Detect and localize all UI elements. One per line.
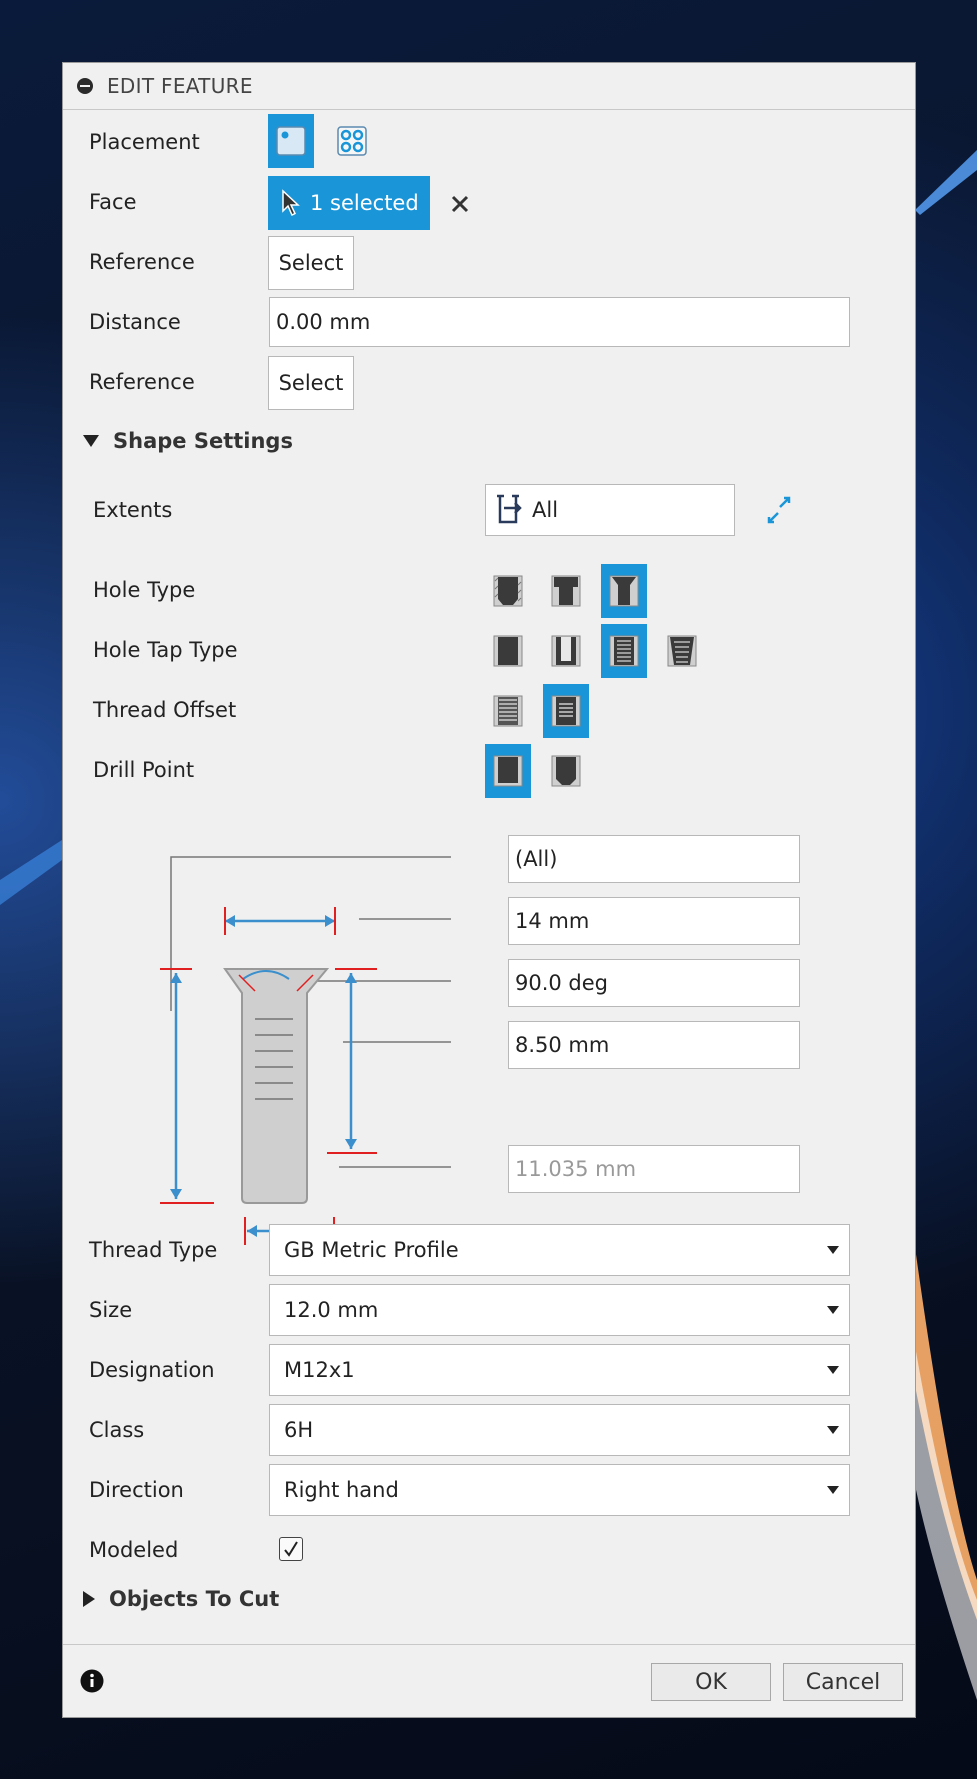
- hole-dimension-diagram: [160, 856, 451, 1245]
- direction-label: Direction: [89, 1478, 184, 1502]
- direction-dropdown[interactable]: Right hand: [269, 1464, 850, 1516]
- dialog-footer: OK Cancel: [63, 1644, 915, 1717]
- thread-type-value: GB Metric Profile: [284, 1238, 459, 1262]
- hole-type-simple-button[interactable]: [485, 564, 531, 618]
- class-value: 6H: [284, 1418, 314, 1442]
- size-dropdown[interactable]: 12.0 mm: [269, 1284, 850, 1336]
- hole-type-label: Hole Type: [93, 578, 196, 602]
- designation-dropdown[interactable]: M12x1: [269, 1344, 850, 1396]
- chevron-down-icon: [827, 1426, 839, 1434]
- dialog-titlebar[interactable]: EDIT FEATURE: [63, 63, 915, 110]
- expand-triangle-icon: [83, 1591, 95, 1607]
- shape-settings-label: Shape Settings: [113, 429, 293, 453]
- countersink-diameter-input[interactable]: 14 mm: [508, 897, 800, 945]
- face-label: Face: [89, 190, 137, 214]
- hole-type-counterbore-button[interactable]: [543, 564, 589, 618]
- cancel-button[interactable]: Cancel: [783, 1663, 903, 1701]
- drill-point-angled-button[interactable]: [543, 744, 589, 798]
- drill-point-label: Drill Point: [93, 758, 195, 782]
- countersink-hole-icon: [609, 575, 639, 607]
- class-dropdown[interactable]: 6H: [269, 1404, 850, 1456]
- dialog-title: EDIT FEATURE: [107, 74, 253, 98]
- tap-type-simple-button[interactable]: [485, 624, 531, 678]
- chevron-down-icon: [827, 1366, 839, 1374]
- extents-label: Extents: [93, 498, 173, 522]
- distance-input[interactable]: 0.00 mm: [269, 297, 850, 347]
- flip-direction-icon[interactable]: [766, 495, 792, 525]
- extents-all-icon: [497, 494, 522, 524]
- full-thread-icon: [493, 695, 523, 727]
- chevron-down-icon: [827, 1486, 839, 1494]
- modeled-checkbox[interactable]: [279, 1537, 303, 1561]
- tapped-hole-icon: [609, 635, 639, 667]
- edit-feature-dialog: EDIT FEATURE Placement Face 1 selected R…: [62, 62, 916, 1718]
- reference-select-button[interactable]: Select: [268, 236, 354, 290]
- ok-button[interactable]: OK: [651, 1663, 771, 1701]
- extents-dropdown[interactable]: All: [485, 484, 735, 536]
- partial-thread-icon: [551, 695, 581, 727]
- simple-hole-icon: [493, 575, 523, 607]
- flat-drill-point-icon: [493, 755, 523, 787]
- checkmark-icon: [284, 1541, 298, 1557]
- reference-label: Reference: [89, 250, 195, 274]
- thread-type-label: Thread Type: [89, 1238, 218, 1262]
- info-icon[interactable]: [80, 1669, 104, 1693]
- hole-type-countersink-button[interactable]: [601, 564, 647, 618]
- countersink-angle-input[interactable]: 90.0 deg: [508, 959, 800, 1007]
- reference-select-button[interactable]: Select: [268, 356, 354, 410]
- clearance-tap-icon: [551, 635, 581, 667]
- class-label: Class: [89, 1418, 145, 1442]
- size-label: Size: [89, 1298, 133, 1322]
- designation-value: M12x1: [284, 1358, 355, 1382]
- multiple-holes-icon: [337, 126, 367, 156]
- thread-type-dropdown[interactable]: GB Metric Profile: [269, 1224, 850, 1276]
- hole-depth-input[interactable]: 8.50 mm: [508, 1021, 800, 1069]
- reference-label: Reference: [89, 370, 195, 394]
- drill-point-flat-button[interactable]: [485, 744, 531, 798]
- placement-single-button[interactable]: [268, 114, 314, 168]
- thread-offset-label: Thread Offset: [93, 698, 237, 722]
- extents-value: All: [532, 498, 559, 522]
- face-selection-text: 1 selected: [310, 191, 419, 215]
- thread-offset-partial-button[interactable]: [543, 684, 589, 738]
- objects-to-cut-label: Objects To Cut: [109, 1587, 280, 1611]
- tap-type-clearance-button[interactable]: [543, 624, 589, 678]
- hole-diameter-field: 11.035 mm: [508, 1145, 800, 1193]
- shape-settings-header[interactable]: Shape Settings: [83, 429, 293, 453]
- extent-value-field[interactable]: (All): [508, 835, 800, 883]
- modeled-label: Modeled: [89, 1538, 179, 1562]
- tapered-tap-icon: [667, 635, 697, 667]
- counterbore-hole-icon: [551, 575, 581, 607]
- designation-label: Designation: [89, 1358, 215, 1382]
- expand-triangle-icon: [83, 435, 99, 447]
- angled-drill-point-icon: [551, 755, 581, 787]
- chevron-down-icon: [827, 1246, 839, 1254]
- cursor-arrow-icon: [282, 189, 300, 217]
- placement-multiple-button[interactable]: [329, 114, 375, 168]
- hole-tap-type-label: Hole Tap Type: [93, 638, 238, 662]
- single-hole-icon: [276, 126, 306, 156]
- simple-tap-icon: [493, 635, 523, 667]
- size-value: 12.0 mm: [284, 1298, 379, 1322]
- tap-type-tapered-button[interactable]: [659, 624, 705, 678]
- direction-value: Right hand: [284, 1478, 399, 1502]
- close-icon[interactable]: [450, 194, 470, 214]
- tap-type-tapped-button[interactable]: [601, 624, 647, 678]
- distance-label: Distance: [89, 310, 181, 334]
- placement-label: Placement: [89, 130, 200, 154]
- chevron-down-icon: [827, 1306, 839, 1314]
- face-selection-button[interactable]: 1 selected: [268, 176, 430, 230]
- collapse-icon[interactable]: [77, 78, 93, 94]
- thread-offset-full-button[interactable]: [485, 684, 531, 738]
- objects-to-cut-header[interactable]: Objects To Cut: [83, 1587, 279, 1611]
